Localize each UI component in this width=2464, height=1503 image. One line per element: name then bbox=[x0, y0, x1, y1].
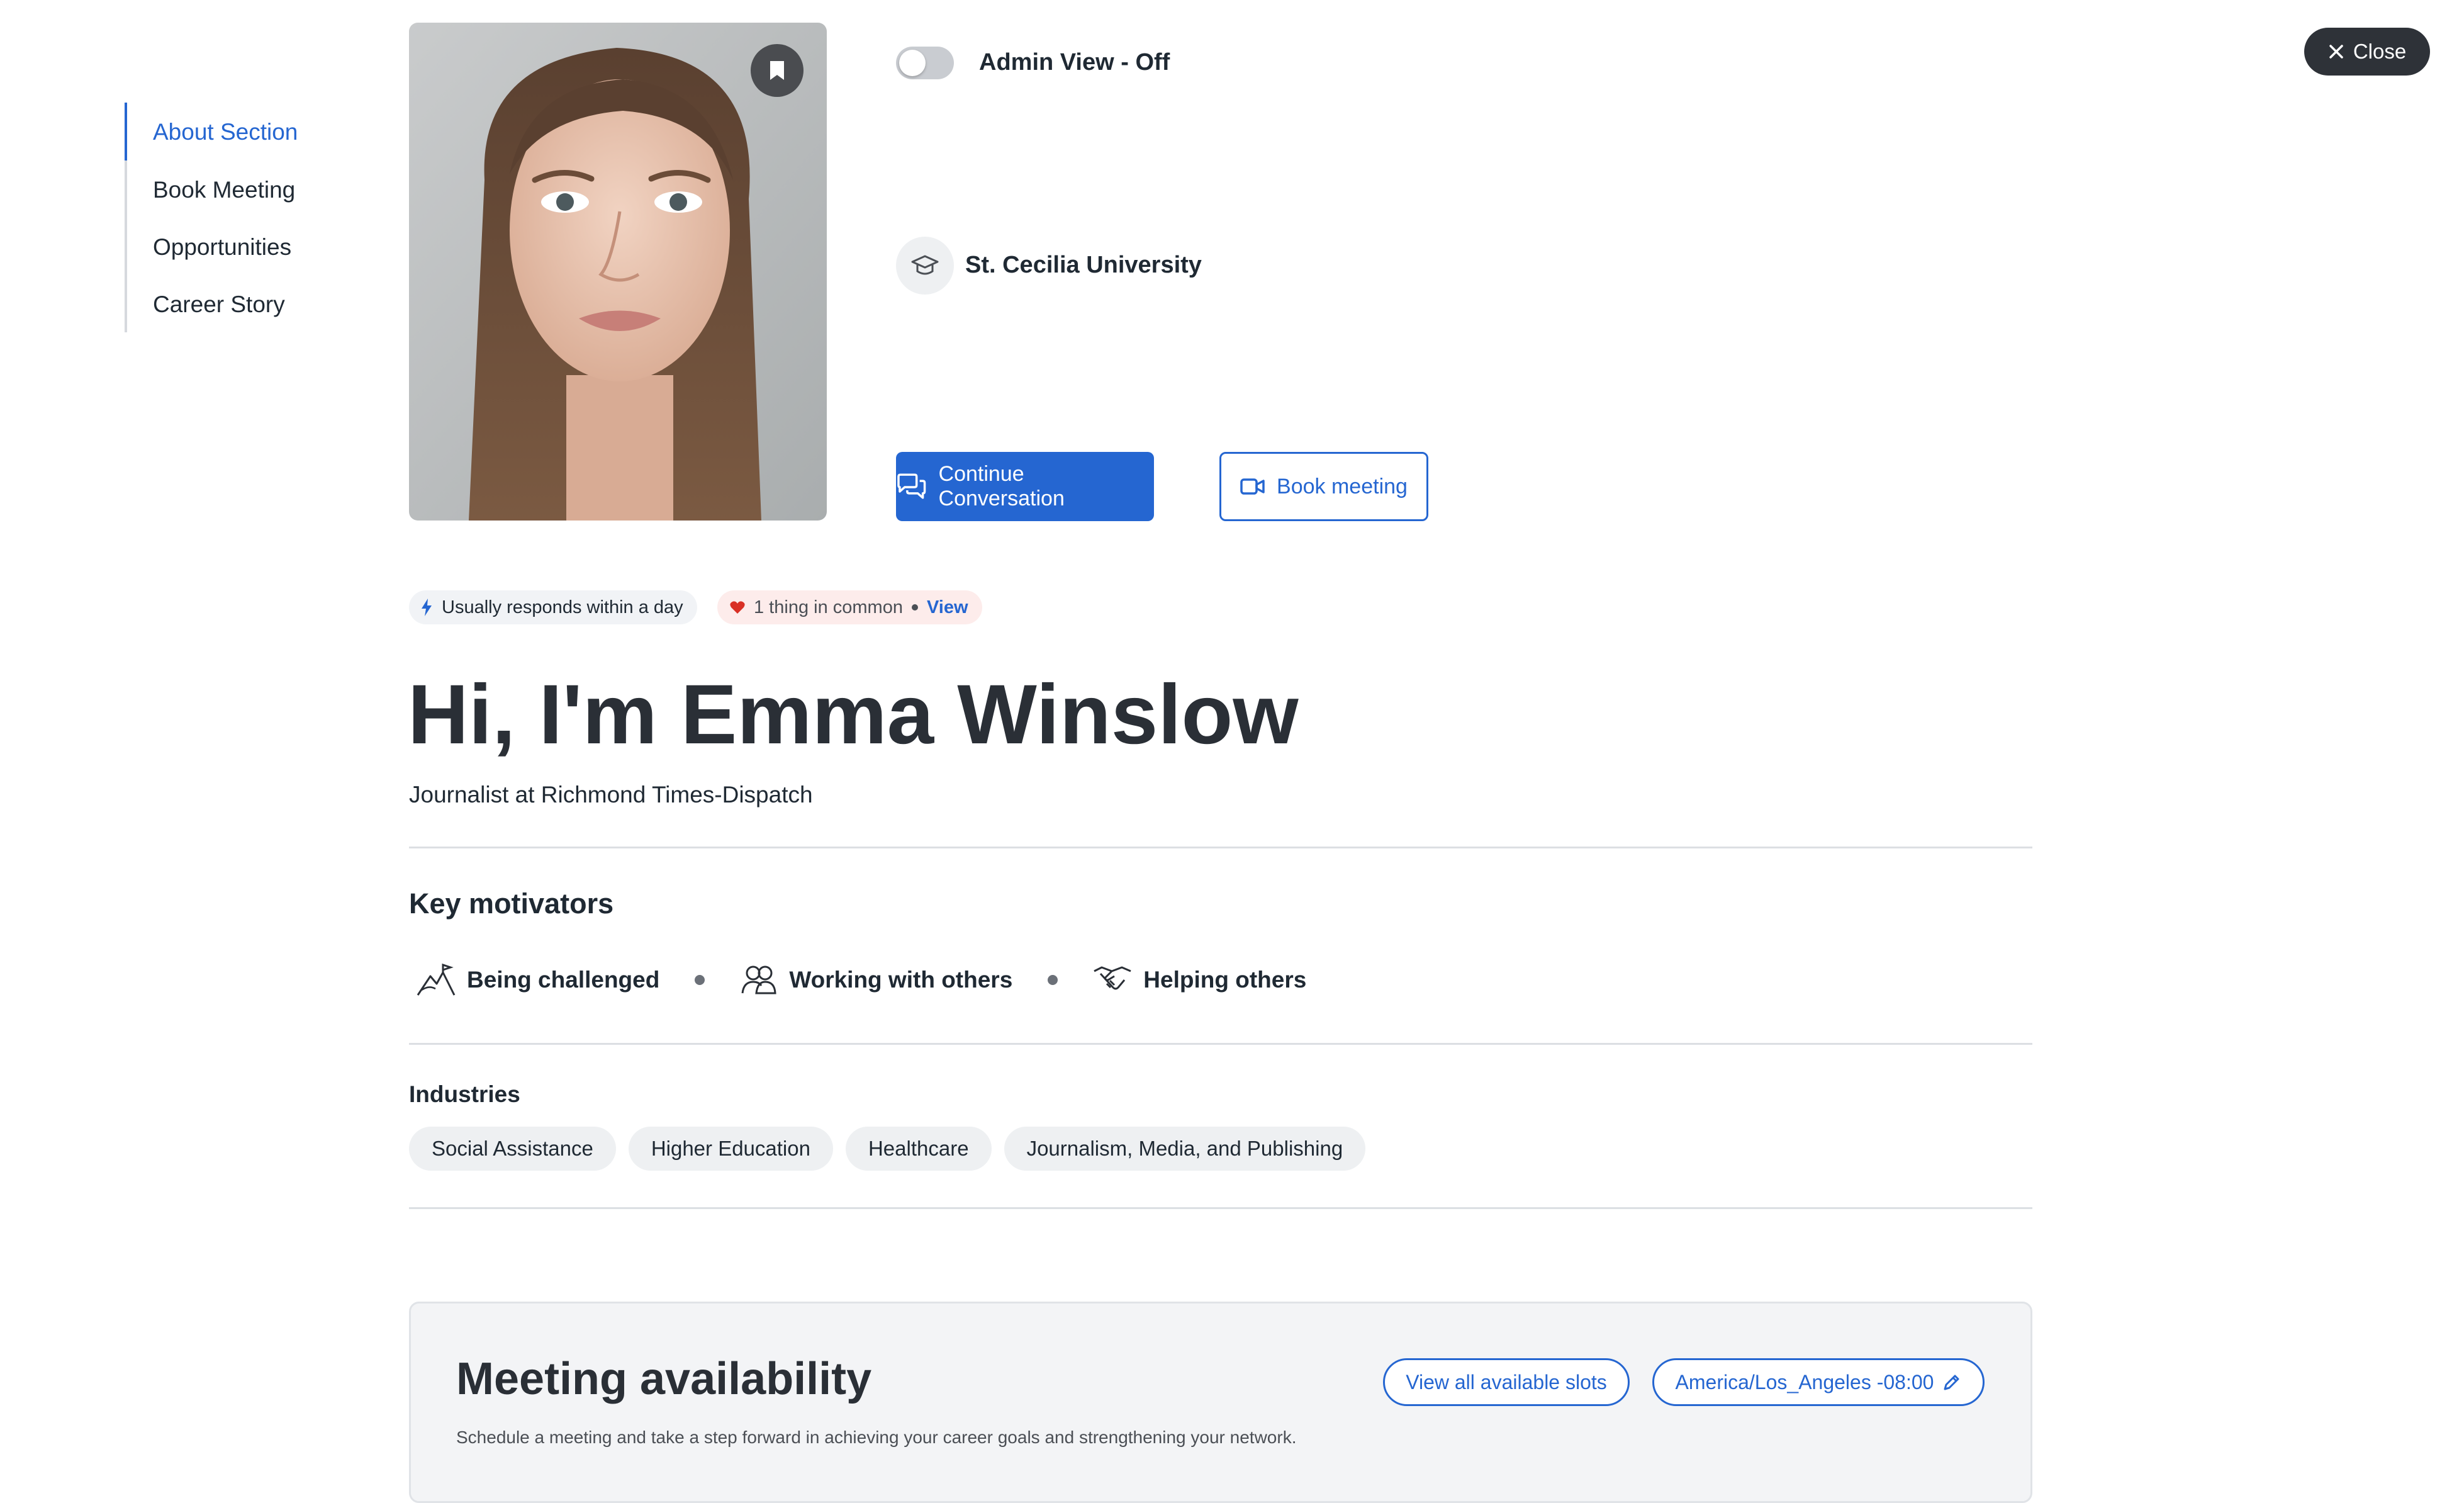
common-things-chip: 1 thing in common View bbox=[717, 590, 982, 624]
meeting-availability-description: Schedule a meeting and take a step forwa… bbox=[456, 1427, 1297, 1447]
mountain-icon bbox=[417, 963, 456, 996]
industry-tag: Social Assistance bbox=[409, 1127, 616, 1171]
pencil-icon bbox=[1944, 1375, 1959, 1390]
industries-title: Industries bbox=[409, 1081, 520, 1107]
nav-item-opportunities[interactable]: Opportunities bbox=[153, 234, 291, 261]
profile-photo bbox=[409, 23, 827, 521]
book-meeting-label: Book meeting bbox=[1277, 474, 1408, 498]
meeting-availability-title: Meeting availability bbox=[456, 1354, 872, 1404]
handshake-icon bbox=[1094, 966, 1131, 990]
response-time-label: Usually responds within a day bbox=[442, 597, 683, 617]
motivator-item: Being challenged bbox=[417, 962, 659, 998]
industry-tag: Healthcare bbox=[845, 1127, 992, 1171]
active-indicator bbox=[125, 103, 127, 160]
admin-view-toggle[interactable] bbox=[896, 47, 954, 79]
motivator-item: Helping others bbox=[1093, 962, 1306, 998]
profile-headline: Hi, I'm Emma Winslow bbox=[408, 668, 1299, 762]
timezone-label: America/Los_Angeles -08:00 bbox=[1675, 1370, 1934, 1393]
close-icon bbox=[2329, 45, 2343, 59]
graduation-cap-icon bbox=[896, 237, 954, 295]
people-icon bbox=[741, 965, 776, 994]
industries-list: Social Assistance Higher Education Healt… bbox=[409, 1127, 1366, 1171]
close-button[interactable]: Close bbox=[2304, 28, 2430, 76]
motivator-label: Being challenged bbox=[467, 967, 660, 993]
motivator-item: Working with others bbox=[740, 964, 1012, 996]
common-things-label: 1 thing in common bbox=[754, 597, 903, 617]
book-meeting-button[interactable]: Book meeting bbox=[1219, 452, 1428, 521]
industry-tag: Higher Education bbox=[628, 1127, 833, 1171]
job-title: Journalist at Richmond Times-Dispatch bbox=[409, 782, 813, 808]
motivator-label: Helping others bbox=[1143, 967, 1307, 993]
separator-dot bbox=[695, 975, 705, 985]
bookmark-icon bbox=[770, 61, 784, 80]
heart-icon bbox=[730, 601, 745, 614]
divider bbox=[409, 847, 2032, 848]
nav-item-book-meeting[interactable]: Book Meeting bbox=[153, 177, 295, 203]
view-all-slots-button[interactable]: View all available slots bbox=[1383, 1358, 1630, 1406]
close-label: Close bbox=[2353, 40, 2407, 63]
response-time-chip: Usually responds within a day bbox=[409, 590, 697, 624]
bookmark-button[interactable] bbox=[751, 44, 804, 97]
timezone-button[interactable]: America/Los_Angeles -08:00 bbox=[1652, 1358, 1985, 1406]
chat-icon bbox=[897, 473, 926, 499]
continue-conversation-label: Continue Conversation bbox=[938, 462, 1065, 510]
university-name: St. Cecilia University bbox=[965, 252, 1202, 278]
section-nav: About Section Book Meeting Opportunities… bbox=[125, 103, 316, 332]
divider bbox=[409, 1043, 2032, 1045]
lightning-icon bbox=[422, 599, 432, 616]
key-motivators-title: Key motivators bbox=[409, 887, 614, 920]
nav-item-career-story[interactable]: Career Story bbox=[153, 291, 285, 318]
separator-dot bbox=[911, 604, 918, 611]
admin-view-label: Admin View - Off bbox=[979, 49, 1170, 76]
nav-item-about[interactable]: About Section bbox=[153, 119, 298, 145]
view-common-link[interactable]: View bbox=[927, 597, 968, 618]
motivator-label: Working with others bbox=[789, 967, 1013, 993]
industry-tag: Journalism, Media, and Publishing bbox=[1004, 1127, 1366, 1171]
motivators-list: Being challenged Working with others Hel… bbox=[417, 958, 1306, 1002]
separator-dot bbox=[1048, 975, 1058, 985]
view-all-slots-label: View all available slots bbox=[1406, 1370, 1607, 1393]
divider bbox=[409, 1207, 2032, 1209]
toggle-knob bbox=[899, 50, 926, 76]
video-camera-icon bbox=[1240, 478, 1265, 495]
continue-conversation-button[interactable]: Continue Conversation bbox=[896, 452, 1154, 521]
